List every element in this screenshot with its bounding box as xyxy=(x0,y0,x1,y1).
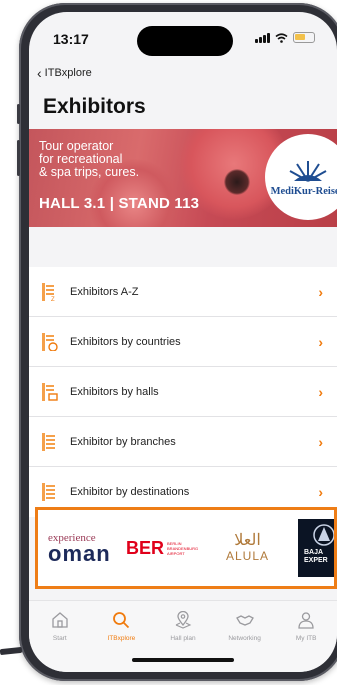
chevron-right-icon: › xyxy=(318,383,323,400)
countries-list-icon xyxy=(42,333,58,351)
alula-logo[interactable]: العلا ALULA xyxy=(226,530,269,563)
tab-my-itb[interactable]: My ITB xyxy=(275,601,337,672)
tab-start[interactable]: Start xyxy=(29,601,91,672)
back-label: ITBxplore xyxy=(44,67,92,79)
menu-item-exhibitors-az[interactable]: Z Exhibitors A-Z › xyxy=(29,267,337,317)
chevron-right-icon: › xyxy=(318,333,323,350)
signal-icon xyxy=(255,32,270,43)
advertising-banner[interactable]: Tour operator for recreational & spa tri… xyxy=(29,129,337,227)
status-time: 13:17 xyxy=(53,31,89,47)
home-indicator[interactable] xyxy=(132,658,234,662)
menu-item-exhibitors-halls[interactable]: Exhibitors by halls › xyxy=(29,367,337,417)
phone-side-button xyxy=(17,140,20,176)
medikur-logo: MediKur-Reisen xyxy=(265,134,337,220)
handshake-icon xyxy=(235,615,254,626)
banner-tagline: Tour operator for recreational & spa tri… xyxy=(39,139,140,179)
az-list-icon: Z xyxy=(42,283,55,301)
phone-screen: 13:17 ‹ ITBxplore Exhibitors Tour operat… xyxy=(29,12,337,672)
dynamic-island xyxy=(137,26,233,56)
baja-experience-logo[interactable]: BAJA EXPER xyxy=(298,519,334,577)
chevron-left-icon: ‹ xyxy=(37,64,42,81)
user-icon xyxy=(298,612,314,629)
map-pin-icon xyxy=(175,611,192,629)
baja-emblem-icon xyxy=(313,524,334,546)
search-icon xyxy=(113,612,130,629)
chevron-right-icon: › xyxy=(318,484,323,500)
back-button[interactable]: ‹ ITBxplore xyxy=(37,64,92,81)
menu-item-exhibitors-branches[interactable]: Exhibitor by branches › xyxy=(29,417,337,467)
status-icons xyxy=(255,32,315,43)
halls-list-icon xyxy=(42,383,58,401)
wifi-icon xyxy=(275,32,288,43)
branches-list-icon xyxy=(42,433,55,451)
phone-side-button xyxy=(17,104,20,124)
home-icon xyxy=(52,612,68,628)
banner-hall-stand: HALL 3.1 | STAND 113 xyxy=(39,195,200,212)
stylus-pointer xyxy=(0,646,23,656)
menu-item-exhibitors-countries[interactable]: Exhibitors by countries › xyxy=(29,317,337,367)
exhibitor-menu: Z Exhibitors A-Z › Exhibitors by countri… xyxy=(29,267,337,517)
ber-airport-logo[interactable]: BER BERLIN BRANDENBURG AIRPORT xyxy=(126,538,203,559)
page-title: Exhibitors xyxy=(43,95,146,118)
sun-rays-icon xyxy=(289,161,327,182)
chevron-right-icon: › xyxy=(318,283,323,300)
destinations-list-icon xyxy=(42,483,55,501)
battery-icon xyxy=(293,32,315,43)
experience-oman-logo[interactable]: experience oman xyxy=(48,532,111,565)
chevron-right-icon: › xyxy=(318,433,323,450)
svg-text:Z: Z xyxy=(51,297,55,301)
sponsor-logo-carousel[interactable]: experience oman BER BERLIN BRANDENBURG A… xyxy=(35,507,337,589)
